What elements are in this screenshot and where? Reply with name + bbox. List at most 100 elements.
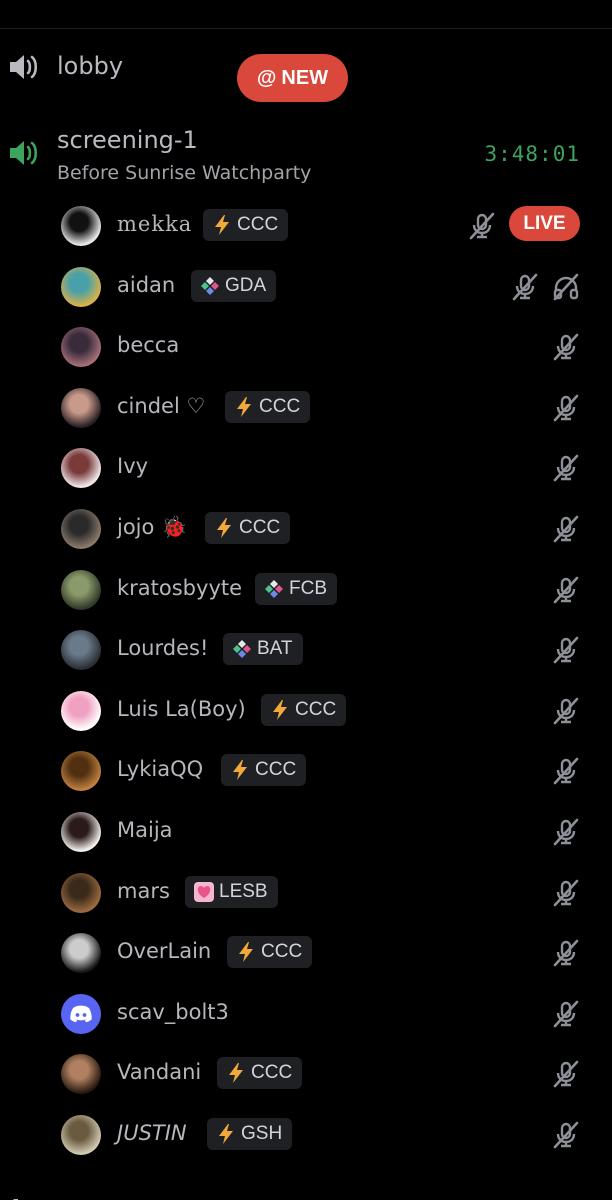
server-tag[interactable]: CCC xyxy=(203,209,289,241)
avatar xyxy=(61,448,101,489)
server-tag[interactable]: CCC xyxy=(217,1057,303,1090)
server-tag[interactable]: LESB xyxy=(185,875,278,908)
server-tag-label: CCC xyxy=(255,759,297,781)
username: Luis La(Boy) xyxy=(117,696,246,721)
avatar xyxy=(61,569,101,610)
voice-channel-screening[interactable]: screening-1 Before Sunrise Watchparty 3:… xyxy=(0,122,612,190)
pink-heart-icon xyxy=(193,881,215,903)
voice-user-scav-bolt3[interactable]: scav_bolt3 xyxy=(0,985,612,1043)
avatar xyxy=(61,690,101,731)
mic-muted-icon xyxy=(551,1120,581,1150)
username: Maija xyxy=(117,818,173,842)
server-tag[interactable]: CCC xyxy=(225,390,311,423)
mic-muted-icon xyxy=(551,878,581,908)
server-tag[interactable]: CCC xyxy=(227,936,313,969)
server-tag-label: GDA xyxy=(225,274,267,296)
username: mekka xyxy=(117,212,193,236)
voice-user-becca[interactable]: becca xyxy=(0,318,612,376)
username: Lourdes! xyxy=(117,636,209,661)
lightning-icon xyxy=(233,396,255,418)
username: mars xyxy=(117,878,170,903)
mic-muted-icon xyxy=(551,938,581,968)
username: Vandani xyxy=(117,1060,202,1085)
voice-user-justin[interactable]: JUSTIN GSH xyxy=(0,1106,612,1164)
speaker-active-icon xyxy=(6,136,40,170)
channel-name-lobby: lobby xyxy=(57,52,124,80)
server-tag[interactable]: GSH xyxy=(207,1118,293,1150)
diamond-cluster-icon xyxy=(199,275,221,297)
lightning-icon xyxy=(235,941,257,963)
diamond-cluster-icon xyxy=(231,638,253,660)
voice-user-luis-la-boy[interactable]: Luis La(Boy) CCC xyxy=(0,682,612,740)
live-badge[interactable]: LIVE xyxy=(509,206,580,241)
lightning-icon xyxy=(213,517,235,539)
mic-muted-icon xyxy=(551,1059,581,1089)
new-mentions-badge[interactable]: @ NEW xyxy=(237,54,348,102)
voice-user-mars[interactable]: mars LESB xyxy=(0,864,612,922)
voice-user-kratosbyyte[interactable]: kratosbyyte FCB xyxy=(0,561,612,619)
username: kratosbyyte xyxy=(117,575,243,600)
server-tag[interactable]: CCC xyxy=(261,693,347,726)
server-tag-label: CCC xyxy=(239,517,281,538)
avatar xyxy=(61,933,101,974)
username: scav_bolt3 xyxy=(117,999,229,1024)
at-symbol: @ xyxy=(256,66,277,89)
voice-user-jojo[interactable]: jojo 🐞 CCC xyxy=(0,500,612,558)
server-tag[interactable]: GDA xyxy=(191,269,277,302)
mic-muted-icon xyxy=(551,999,581,1029)
avatar xyxy=(61,751,101,792)
lightning-icon xyxy=(215,1123,237,1145)
username: JUSTIN xyxy=(117,1121,187,1145)
avatar xyxy=(61,266,101,307)
avatar xyxy=(61,327,101,368)
voice-user-mekka[interactable]: mekka CCC LIVE xyxy=(0,197,612,255)
server-tag[interactable]: CCC xyxy=(205,512,291,544)
mic-muted-icon xyxy=(551,514,581,544)
discord-logo-icon xyxy=(61,993,101,1034)
diamond-cluster-icon xyxy=(263,578,285,600)
server-tag-label: LESB xyxy=(219,880,268,902)
voice-user-lykiaqq[interactable]: LykiaQQ CCC xyxy=(0,742,612,800)
mic-muted-icon xyxy=(551,575,581,605)
server-tag-label: CCC xyxy=(261,941,303,963)
username: jojo 🐞 xyxy=(117,515,188,539)
mic-muted-icon xyxy=(510,272,540,302)
username: aidan xyxy=(117,272,176,297)
voice-user-lourdes[interactable]: Lourdes! BAT xyxy=(0,621,612,679)
server-tag-label: BAT xyxy=(257,638,293,660)
voice-user-overlain[interactable]: OverLain CCC xyxy=(0,924,612,982)
lightning-icon xyxy=(211,214,233,236)
mic-muted-icon xyxy=(551,756,581,786)
server-tag[interactable]: CCC xyxy=(221,754,307,787)
mic-muted-icon xyxy=(467,211,497,241)
voice-user-ivy[interactable]: Ivy xyxy=(0,439,612,497)
avatar xyxy=(61,872,101,913)
channel-activity: Before Sunrise Watchparty xyxy=(57,162,312,184)
lightning-icon xyxy=(269,699,291,721)
mic-muted-icon xyxy=(551,332,581,362)
avatar xyxy=(61,509,101,549)
voice-user-aidan[interactable]: aidan GDA xyxy=(0,258,612,316)
channel-name-screening: screening-1 xyxy=(57,126,198,154)
server-tag-label: CCC xyxy=(237,214,279,235)
avatar xyxy=(61,630,101,671)
top-divider xyxy=(0,28,612,29)
voice-user-maija[interactable]: Maija xyxy=(0,803,612,861)
mic-muted-icon xyxy=(551,453,581,483)
voice-user-cindel[interactable]: cindel ♡ CCC xyxy=(0,379,612,437)
server-tag[interactable]: FCB xyxy=(255,572,337,605)
speaker-icon xyxy=(6,50,40,84)
server-tag-label: CCC xyxy=(251,1062,293,1084)
avatar xyxy=(61,387,101,428)
mic-muted-icon xyxy=(551,696,581,726)
elapsed-timer: 3:48:01 xyxy=(484,142,580,166)
mic-muted-icon xyxy=(551,393,581,423)
headphones-deafened-icon xyxy=(551,272,581,302)
username: OverLain xyxy=(117,939,212,964)
server-tag[interactable]: BAT xyxy=(223,633,303,666)
mic-muted-icon xyxy=(551,635,581,665)
avatar xyxy=(61,1054,101,1095)
server-tag-label: FCB xyxy=(289,577,327,599)
voice-user-vandani[interactable]: Vandani CCC xyxy=(0,1045,612,1103)
mic-muted-icon xyxy=(551,817,581,847)
